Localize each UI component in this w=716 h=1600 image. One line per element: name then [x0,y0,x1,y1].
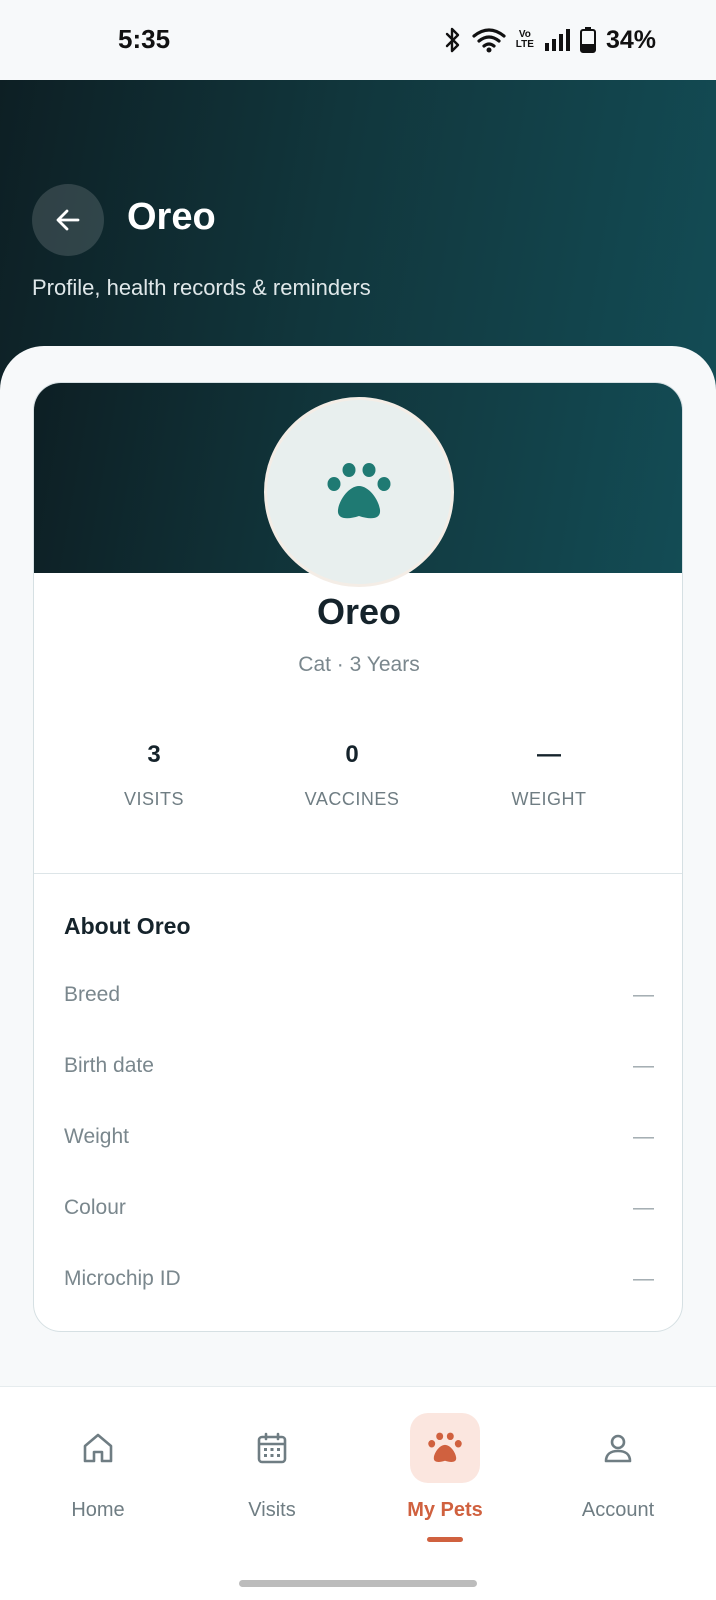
about-section-title: About Oreo [64,913,191,939]
back-button[interactable] [32,184,104,256]
nav-label: My Pets [407,1499,483,1521]
stat-vaccines: 0 VACCINES [242,741,462,810]
nav-icon-container [583,1413,653,1483]
about-value: — [633,1196,654,1219]
stat-value: — [537,741,561,768]
about-value: — [633,1267,654,1290]
about-value: — [633,1125,654,1148]
about-row-weight: Weight — [64,1125,654,1165]
about-label: Breed [64,983,121,1006]
gesture-home-bar[interactable] [239,1580,477,1587]
stat-weight: — WEIGHT [439,741,659,810]
about-value: — [633,983,654,1006]
about-row-birth-date: Birth date — [64,1054,654,1094]
pet-avatar [264,397,454,587]
pet-profile-screen: 5:35 Vo LTE 34% Oreo Profile, health rec… [0,0,716,1600]
nav-icon-container [237,1413,307,1483]
pet-species-age: Cat · 3 Years [298,653,420,676]
status-time: 5:35 [118,24,171,54]
status-bar: 5:35 Vo LTE 34% [0,0,716,80]
pet-stats: 3 VISITS 0 VACCINES — WEIGHT [34,741,682,831]
about-label: Birth date [64,1054,154,1077]
stat-label: VACCINES [304,789,400,809]
nav-item-my-pets[interactable]: My Pets [370,1413,520,1553]
stat-value: 3 [147,741,161,768]
section-divider [34,873,682,874]
home-icon [83,1433,113,1463]
page-subtitle: Profile, health records & reminders [32,275,371,300]
stat-label: WEIGHT [511,789,587,809]
about-row-microchip-id: Microchip ID — [64,1267,654,1307]
stat-visits: 3 VISITS [44,741,264,810]
active-tab-indicator [427,1537,463,1542]
nav-item-visits[interactable]: Visits [197,1413,347,1553]
calendar-icon [257,1432,287,1464]
pet-name: Oreo [316,591,402,632]
nav-icon-container [63,1413,133,1483]
user-icon [604,1434,632,1463]
about-value: — [633,1054,654,1077]
paw-icon [428,1432,462,1462]
paw-icon [327,463,391,519]
nav-label: Visits [248,1499,296,1521]
page-title: Oreo [127,196,216,238]
volte-icon: Vo LTE [515,29,534,50]
nav-item-home[interactable]: Home [23,1413,173,1553]
about-row-colour: Colour — [64,1196,654,1236]
battery-icon [579,27,596,53]
nav-item-account[interactable]: Account [543,1413,693,1553]
arrow-left-icon [56,209,80,231]
about-label: Colour [64,1196,126,1219]
nav-icon-container [410,1413,480,1483]
stat-label: VISITS [123,789,184,809]
about-label: Microchip ID [64,1267,181,1290]
stat-value: 0 [345,741,359,768]
nav-label: Account [581,1499,655,1521]
nav-label: Home [71,1499,125,1521]
about-label: Weight [64,1125,129,1148]
wifi-icon [472,28,506,53]
about-row-breed: Breed — [64,983,654,1023]
battery-percent: 34% [605,25,656,54]
bottom-nav: Home Visits My Pets Account [0,1386,716,1600]
signal-icon [544,29,570,51]
status-icons: Vo LTE 34% [444,24,656,56]
pet-profile-card: Oreo Cat · 3 Years 3 VISITS 0 VACCINES —… [33,382,683,1332]
bluetooth-icon [445,27,459,53]
